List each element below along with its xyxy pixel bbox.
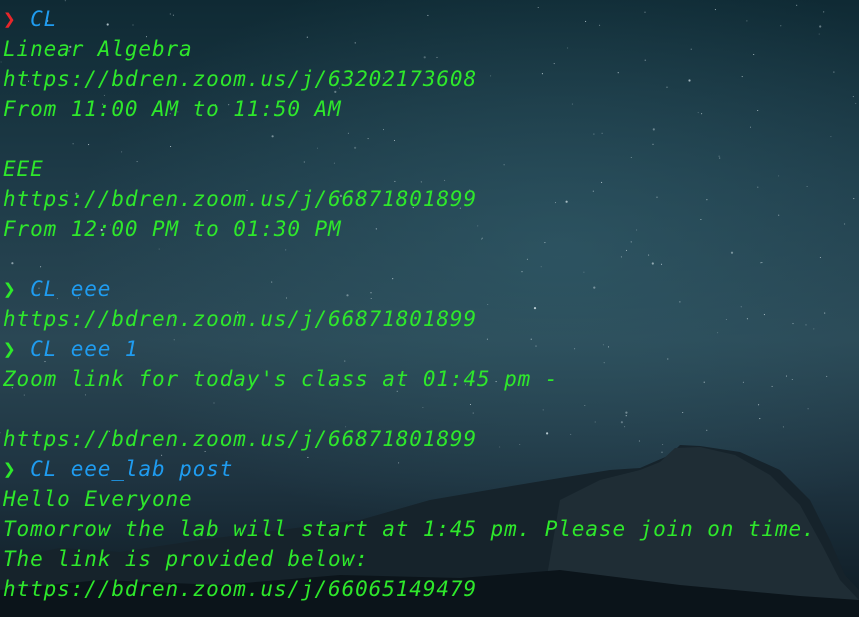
output-line: EEE: [3, 157, 44, 181]
output-line: https://bdren.zoom.us/j/63202173608: [3, 67, 478, 91]
output-line: Linear Algebra: [3, 37, 193, 61]
prompt-chevron-icon: ❯: [3, 277, 17, 301]
output-line: https://bdren.zoom.us/j/66871801899: [3, 187, 478, 211]
output-line: Hello Everyone: [3, 487, 193, 511]
prompt-line: ❯ CL eee_lab post: [3, 454, 855, 484]
prompt-chevron-icon: ❯: [3, 337, 17, 361]
output-line: Tomorrow the lab will start at 1:45 pm. …: [3, 517, 816, 541]
prompt-line: ❯ CL eee 1: [3, 334, 855, 364]
output-line: The link is provided below:: [3, 547, 369, 571]
output-line: From 12:00 PM to 01:30 PM: [3, 217, 342, 241]
prompt-chevron-icon: ❯: [3, 7, 17, 31]
command-text: CL eee 1: [30, 337, 139, 361]
command-text: CL: [30, 7, 58, 31]
command-text: CL eee_lab post: [30, 457, 234, 481]
output-line: Zoom link for today's class at 01:45 pm …: [3, 367, 559, 391]
prompt-line: ❯ CL eee: [3, 274, 855, 304]
prompt-line: ❯ CL: [3, 4, 855, 34]
output-line: https://bdren.zoom.us/j/66065149479: [3, 577, 478, 601]
terminal-output[interactable]: ❯ CL Linear Algebra https://bdren.zoom.us/…: [3, 4, 855, 604]
output-line: https://bdren.zoom.us/j/66871801899: [3, 307, 478, 331]
output-line: https://bdren.zoom.us/j/66871801899: [3, 427, 478, 451]
command-text: CL eee: [30, 277, 112, 301]
prompt-chevron-icon: ❯: [3, 457, 17, 481]
output-line: From 11:00 AM to 11:50 AM: [3, 97, 342, 121]
